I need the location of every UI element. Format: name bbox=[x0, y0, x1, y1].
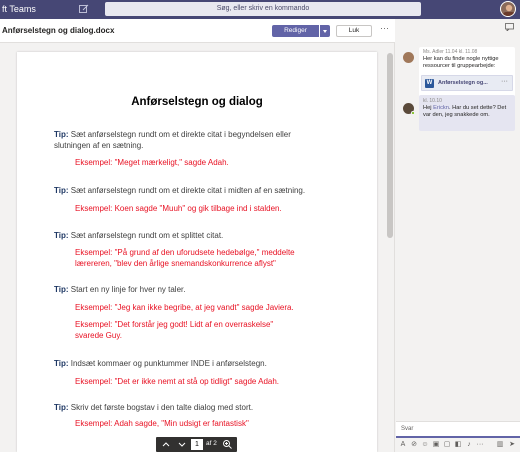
document-page: Anførselstegn og dialog Tip: Sæt anførse… bbox=[17, 52, 377, 452]
chat-panel: Ms. Adler 11.04 kl. 11.08 Her kan du fin… bbox=[396, 19, 520, 452]
conversation-icon[interactable] bbox=[505, 23, 514, 31]
more-icon[interactable]: ··· bbox=[476, 441, 484, 449]
more-options-icon[interactable]: ··· bbox=[380, 23, 389, 33]
close-button[interactable]: Luk bbox=[336, 25, 372, 37]
tip-text: Tip: Sæt anførselstegn rundt om et direk… bbox=[54, 186, 306, 195]
example-text: Eksempel: "Meget mærkeligt," sagde Adah. bbox=[75, 158, 229, 167]
delete-icon[interactable]: ▥ bbox=[496, 441, 504, 449]
compose-toolbar: A ⊘ ☺ ▣ ▢ ◧ ♪ ··· ▥ ➤ bbox=[396, 439, 520, 452]
tip-text: Tip: Start en ny linje for hver ny taler… bbox=[54, 285, 186, 294]
word-icon: W bbox=[425, 79, 434, 88]
example-text: Eksempel: "Det forstår jeg godt! Lidt af… bbox=[75, 320, 274, 329]
chevron-up-icon[interactable] bbox=[160, 439, 172, 450]
praise-icon[interactable]: ♪ bbox=[465, 441, 473, 449]
format-icon[interactable]: A bbox=[399, 441, 407, 449]
document-filename: Anførselstegn og dialog.docx bbox=[2, 26, 115, 35]
avatar bbox=[403, 52, 414, 63]
example-text: Eksempel: "Det er ikke nemt at stå op ti… bbox=[75, 377, 280, 386]
document-viewer: Anførselstegn og dialog Tip: Sæt anførse… bbox=[0, 43, 395, 452]
edit-button[interactable]: Rediger bbox=[272, 25, 319, 37]
mention[interactable]: Erickn bbox=[433, 105, 449, 111]
chevron-down-icon[interactable] bbox=[176, 439, 188, 450]
example-text: Eksempel: "På grund af den uforudsete he… bbox=[75, 248, 295, 257]
emoji-icon[interactable]: ☺ bbox=[421, 441, 429, 449]
gif-icon[interactable]: ▣ bbox=[432, 441, 440, 449]
document-title: Anførselstegn og dialog bbox=[131, 96, 263, 108]
user-avatar[interactable] bbox=[500, 1, 516, 17]
tip-text-continued: slutningen af en sætning. bbox=[54, 141, 144, 150]
reply-input[interactable]: Svar bbox=[396, 421, 520, 438]
edit-dropdown-button[interactable] bbox=[320, 25, 330, 37]
attach-icon[interactable]: ⊘ bbox=[410, 441, 418, 449]
example-text: Eksempel: "Jeg kan ikke begribe, at jeg … bbox=[75, 303, 294, 312]
presence-icon bbox=[411, 111, 415, 115]
tip-text: Tip: Sæt anførselstegn rundt om et split… bbox=[54, 231, 224, 240]
send-icon[interactable]: ➤ bbox=[508, 441, 516, 449]
tip-text: Tip: Skriv det første bogstav i den talt… bbox=[54, 403, 254, 412]
message-meta: Ms. Adler 11.04 kl. 11.08 bbox=[423, 49, 478, 55]
message-text: Her kan du finde nogle nyttige ressource… bbox=[423, 56, 499, 69]
top-bar: ft Teams Søg, eller skriv en kommando bbox=[0, 0, 520, 19]
message-text: Hej Erickn. Har du set dette? Det var de… bbox=[423, 105, 507, 118]
scrollbar-thumb[interactable] bbox=[387, 53, 393, 238]
reply-placeholder: Svar bbox=[401, 426, 414, 432]
app-title: ft Teams bbox=[2, 4, 36, 14]
document-header: Anførselstegn og dialog.docx Rediger Luk… bbox=[0, 19, 395, 43]
page-count: af 2 bbox=[206, 440, 217, 447]
meet-icon[interactable]: ◧ bbox=[454, 441, 462, 449]
example-text-continued: svarede Guy. bbox=[75, 331, 122, 340]
compose-icon[interactable] bbox=[78, 3, 90, 15]
sticker-icon[interactable]: ▢ bbox=[443, 441, 451, 449]
search-input[interactable]: Søg, eller skriv en kommando bbox=[105, 2, 421, 16]
page-navigator: 1 af 2 bbox=[156, 437, 237, 452]
more-options-icon[interactable]: ··· bbox=[501, 78, 508, 85]
example-text: Eksempel: Adah sagde, "Min udsigt er fan… bbox=[75, 419, 249, 428]
example-text: Eksempel: Koen sagde "Muuh" og gik tilba… bbox=[75, 204, 282, 213]
zoom-in-icon[interactable] bbox=[222, 439, 233, 450]
attachment-name: Anførselstegn og... bbox=[438, 80, 488, 86]
page-number-input[interactable]: 1 bbox=[191, 439, 203, 450]
tip-text: Tip: Sæt anførselstegn rundt om et direk… bbox=[54, 130, 291, 139]
tip-text: Tip: Indsæt kommaer og punktummer INDE i… bbox=[54, 359, 267, 368]
chat-message: kl. 10.10 Hej Erickn. Har du set dette? … bbox=[419, 95, 515, 131]
file-attachment[interactable]: W Anførselstegn og... ··· bbox=[421, 75, 513, 91]
message-meta: kl. 10.10 bbox=[423, 98, 442, 104]
example-text-continued: lærereren, "blev den årlige snemandskonk… bbox=[75, 259, 276, 268]
